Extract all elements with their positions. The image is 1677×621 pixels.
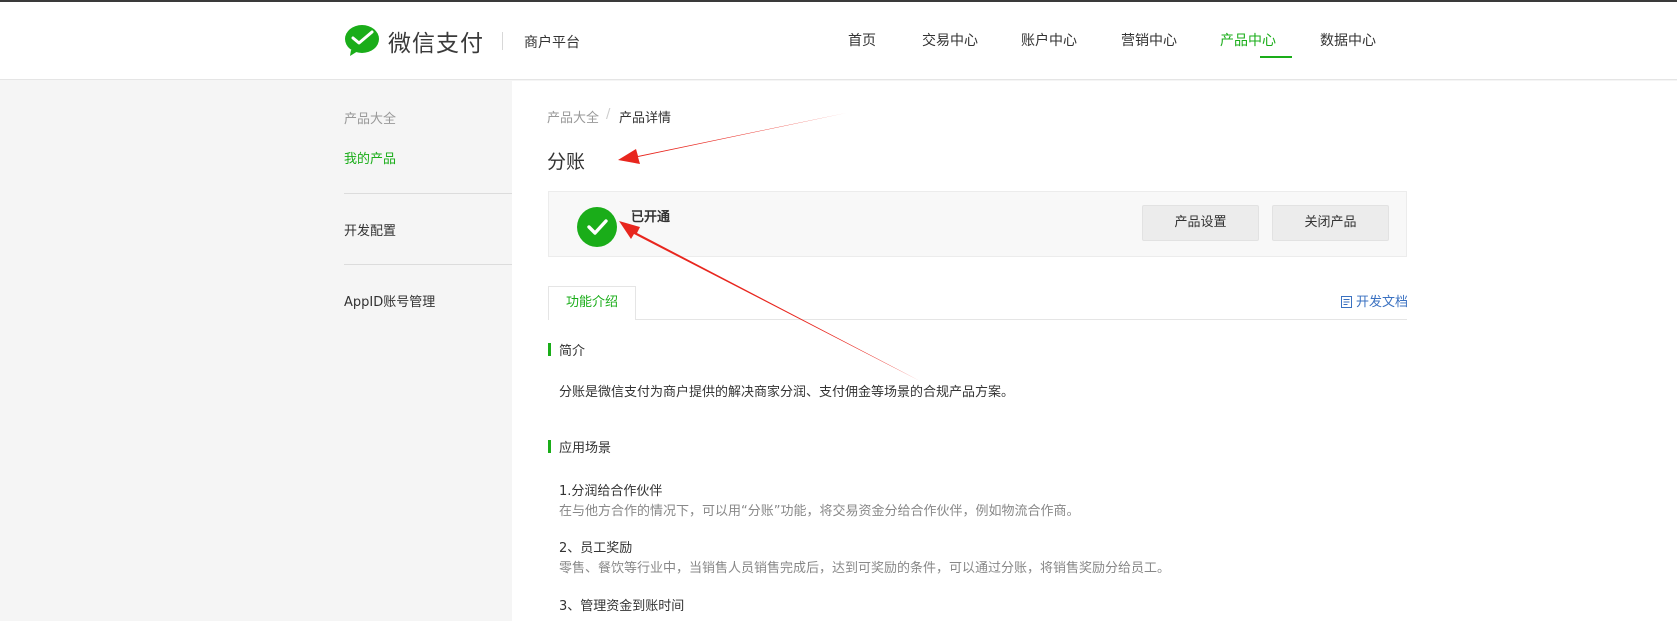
brand-name[interactable]: 微信支付 <box>388 24 484 58</box>
dev-docs-link[interactable]: 开发文档 <box>1341 291 1408 310</box>
wechat-pay-logo[interactable] <box>344 24 380 56</box>
sidebar-item-dev-config[interactable]: 开发配置 <box>344 220 396 239</box>
product-settings-button[interactable]: 产品设置 <box>1142 205 1259 241</box>
scenario-title: 3、管理资金到账时间 <box>559 599 685 614</box>
intro-text: 分账是微信支付为商户提供的解决商家分润、支付佣金等场景的合规产品方案。 <box>559 385 1015 400</box>
tab-features[interactable]: 功能介绍 <box>548 286 636 320</box>
top-header: 微信支付 商户平台 首页 交易中心 账户中心 营销中心 产品中心 数据中心 <box>0 2 1677 80</box>
scenario-title: 1.分润给合作伙伴 <box>559 484 663 499</box>
sidebar-item-my-products[interactable]: 我的产品 <box>344 148 396 167</box>
check-circle-icon <box>577 207 617 247</box>
section-title-scenarios: 应用场景 <box>559 441 612 456</box>
status-badge: 已开通 <box>631 210 671 225</box>
section-marker <box>548 440 551 453</box>
tab-bar-line <box>548 319 1407 320</box>
sidebar-item-appid[interactable]: AppID账号管理 <box>344 291 435 310</box>
close-product-button[interactable]: 关闭产品 <box>1272 205 1389 241</box>
dev-docs-label[interactable]: 开发文档 <box>1356 295 1408 310</box>
scenario-title: 2、员工奖励 <box>559 541 633 556</box>
main-content: 产品大全 / 产品详情 分账 已开通 产品设置 关闭产品 功能介绍 开发文档 简… <box>512 81 1677 621</box>
breadcrumb-current: 产品详情 <box>619 111 672 126</box>
section-marker <box>548 343 551 356</box>
nav-home[interactable]: 首页 <box>848 30 876 50</box>
scenario-desc: 在与他方合作的情况下，可以用“分账”功能，将交易资金分给合作伙伴，例如物流合作商… <box>559 504 1080 519</box>
sidebar-group-all-products[interactable]: 产品大全 <box>344 108 396 127</box>
nav-data[interactable]: 数据中心 <box>1320 30 1376 50</box>
nav-transactions[interactable]: 交易中心 <box>922 30 978 50</box>
platform-name: 商户平台 <box>524 35 580 51</box>
nav-products[interactable]: 产品中心 <box>1220 30 1276 50</box>
breadcrumb-root[interactable]: 产品大全 <box>547 107 599 126</box>
scenario-desc: 零售、餐饮等行业中，当销售人员销售完成后，达到可奖励的条件，可以通过分账，将销售… <box>559 561 1171 576</box>
brand-divider <box>502 32 503 50</box>
check-icon <box>587 219 608 235</box>
page-title: 分账 <box>547 151 586 173</box>
sidebar-divider <box>344 193 512 194</box>
section-title-intro: 简介 <box>559 344 586 359</box>
document-icon <box>1341 296 1352 308</box>
nav-marketing[interactable]: 营销中心 <box>1121 30 1177 50</box>
sidebar-divider <box>344 264 512 265</box>
status-panel: 已开通 产品设置 关闭产品 <box>548 191 1407 257</box>
nav-active-indicator <box>1260 56 1292 58</box>
nav-account[interactable]: 账户中心 <box>1021 30 1077 50</box>
breadcrumb-separator: / <box>606 107 611 122</box>
